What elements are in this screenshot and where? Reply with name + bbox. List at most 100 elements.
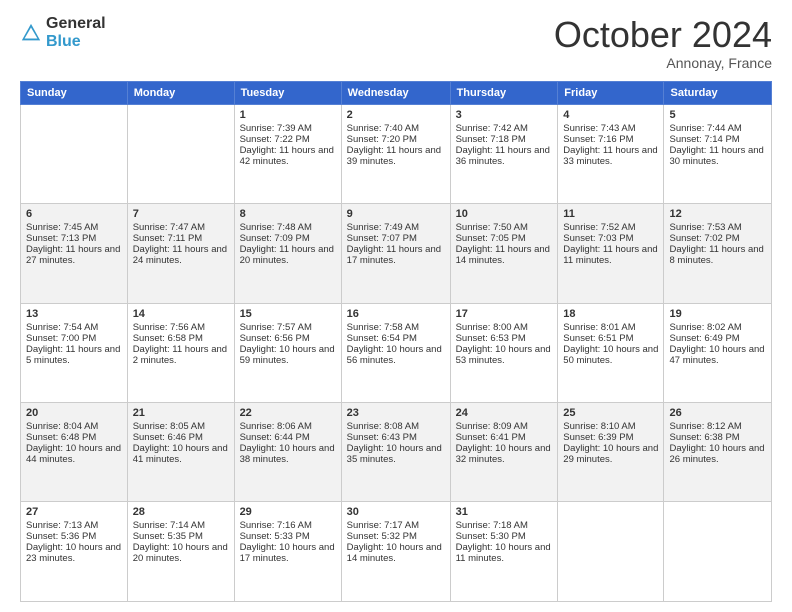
sunrise-text: Sunrise: 7:39 AM [240, 123, 312, 134]
day-number: 21 [133, 407, 229, 419]
sunset-text: Sunset: 5:30 PM [456, 531, 526, 542]
calendar-cell: 28Sunrise: 7:14 AMSunset: 5:35 PMDayligh… [127, 502, 234, 602]
sunrise-text: Sunrise: 7:48 AM [240, 222, 312, 233]
logo-general: General [46, 15, 106, 32]
sunrise-text: Sunrise: 7:14 AM [133, 520, 205, 531]
weekday-header: Saturday [664, 81, 772, 104]
sunset-text: Sunset: 7:00 PM [26, 333, 96, 344]
daylight-text: Daylight: 11 hours and 27 minutes. [26, 244, 120, 266]
sunrise-text: Sunrise: 8:06 AM [240, 421, 312, 432]
calendar-cell: 18Sunrise: 8:01 AMSunset: 6:51 PMDayligh… [558, 303, 664, 402]
sunrise-text: Sunrise: 7:49 AM [347, 222, 419, 233]
day-number: 29 [240, 506, 336, 518]
calendar-cell: 29Sunrise: 7:16 AMSunset: 5:33 PMDayligh… [234, 502, 341, 602]
sunset-text: Sunset: 6:48 PM [26, 432, 96, 443]
sunrise-text: Sunrise: 7:17 AM [347, 520, 419, 531]
sunset-text: Sunset: 6:38 PM [669, 432, 739, 443]
day-number: 19 [669, 308, 766, 320]
day-number: 8 [240, 208, 336, 220]
page: General Blue October 2024 Annonay, Franc… [0, 0, 792, 612]
daylight-text: Daylight: 10 hours and 53 minutes. [456, 344, 551, 366]
daylight-text: Daylight: 10 hours and 44 minutes. [26, 443, 121, 465]
sunrise-text: Sunrise: 7:13 AM [26, 520, 98, 531]
daylight-text: Daylight: 11 hours and 33 minutes. [563, 145, 657, 167]
daylight-text: Daylight: 10 hours and 41 minutes. [133, 443, 228, 465]
sunset-text: Sunset: 6:43 PM [347, 432, 417, 443]
sunset-text: Sunset: 7:11 PM [133, 233, 203, 244]
day-number: 7 [133, 208, 229, 220]
daylight-text: Daylight: 10 hours and 11 minutes. [456, 542, 551, 564]
day-number: 16 [347, 308, 445, 320]
day-number: 18 [563, 308, 658, 320]
calendar-cell: 16Sunrise: 7:58 AMSunset: 6:54 PMDayligh… [341, 303, 450, 402]
sunset-text: Sunset: 7:02 PM [669, 233, 739, 244]
calendar-cell: 13Sunrise: 7:54 AMSunset: 7:00 PMDayligh… [21, 303, 128, 402]
sunset-text: Sunset: 6:49 PM [669, 333, 739, 344]
calendar-week-row: 20Sunrise: 8:04 AMSunset: 6:48 PMDayligh… [21, 403, 772, 502]
daylight-text: Daylight: 10 hours and 56 minutes. [347, 344, 442, 366]
sunrise-text: Sunrise: 7:56 AM [133, 322, 205, 333]
daylight-text: Daylight: 10 hours and 47 minutes. [669, 344, 764, 366]
weekday-header: Thursday [450, 81, 558, 104]
daylight-text: Daylight: 11 hours and 14 minutes. [456, 244, 550, 266]
calendar-cell: 26Sunrise: 8:12 AMSunset: 6:38 PMDayligh… [664, 403, 772, 502]
calendar-cell: 12Sunrise: 7:53 AMSunset: 7:02 PMDayligh… [664, 204, 772, 303]
sunset-text: Sunset: 7:03 PM [563, 233, 633, 244]
weekday-header: Friday [558, 81, 664, 104]
sunrise-text: Sunrise: 7:16 AM [240, 520, 312, 531]
calendar-cell: 10Sunrise: 7:50 AMSunset: 7:05 PMDayligh… [450, 204, 558, 303]
calendar-cell: 6Sunrise: 7:45 AMSunset: 7:13 PMDaylight… [21, 204, 128, 303]
calendar-cell: 2Sunrise: 7:40 AMSunset: 7:20 PMDaylight… [341, 104, 450, 203]
daylight-text: Daylight: 10 hours and 20 minutes. [133, 542, 228, 564]
calendar-cell [127, 104, 234, 203]
location: Annonay, France [554, 55, 772, 71]
sunrise-text: Sunrise: 7:53 AM [669, 222, 741, 233]
sunrise-text: Sunrise: 7:50 AM [456, 222, 528, 233]
sunset-text: Sunset: 7:18 PM [456, 134, 526, 145]
day-number: 17 [456, 308, 553, 320]
sunset-text: Sunset: 7:20 PM [347, 134, 417, 145]
day-number: 27 [26, 506, 122, 518]
calendar-cell: 22Sunrise: 8:06 AMSunset: 6:44 PMDayligh… [234, 403, 341, 502]
sunrise-text: Sunrise: 7:44 AM [669, 123, 741, 134]
sunrise-text: Sunrise: 8:09 AM [456, 421, 528, 432]
day-number: 2 [347, 109, 445, 121]
sunset-text: Sunset: 7:07 PM [347, 233, 417, 244]
calendar-cell: 1Sunrise: 7:39 AMSunset: 7:22 PMDaylight… [234, 104, 341, 203]
sunset-text: Sunset: 5:33 PM [240, 531, 310, 542]
daylight-text: Daylight: 11 hours and 20 minutes. [240, 244, 334, 266]
calendar-cell: 23Sunrise: 8:08 AMSunset: 6:43 PMDayligh… [341, 403, 450, 502]
sunrise-text: Sunrise: 7:57 AM [240, 322, 312, 333]
sunrise-text: Sunrise: 7:47 AM [133, 222, 205, 233]
sunset-text: Sunset: 5:32 PM [347, 531, 417, 542]
day-number: 25 [563, 407, 658, 419]
daylight-text: Daylight: 11 hours and 39 minutes. [347, 145, 441, 167]
sunrise-text: Sunrise: 7:43 AM [563, 123, 635, 134]
daylight-text: Daylight: 10 hours and 38 minutes. [240, 443, 335, 465]
sunset-text: Sunset: 7:13 PM [26, 233, 96, 244]
sunset-text: Sunset: 6:51 PM [563, 333, 633, 344]
day-number: 20 [26, 407, 122, 419]
calendar-cell: 3Sunrise: 7:42 AMSunset: 7:18 PMDaylight… [450, 104, 558, 203]
day-number: 30 [347, 506, 445, 518]
calendar-week-row: 27Sunrise: 7:13 AMSunset: 5:36 PMDayligh… [21, 502, 772, 602]
daylight-text: Daylight: 11 hours and 2 minutes. [133, 344, 227, 366]
calendar-cell: 9Sunrise: 7:49 AMSunset: 7:07 PMDaylight… [341, 204, 450, 303]
sunrise-text: Sunrise: 8:04 AM [26, 421, 98, 432]
calendar-cell [558, 502, 664, 602]
calendar-cell: 31Sunrise: 7:18 AMSunset: 5:30 PMDayligh… [450, 502, 558, 602]
calendar-cell: 17Sunrise: 8:00 AMSunset: 6:53 PMDayligh… [450, 303, 558, 402]
sunrise-text: Sunrise: 8:12 AM [669, 421, 741, 432]
day-number: 9 [347, 208, 445, 220]
day-number: 22 [240, 407, 336, 419]
calendar-table: SundayMondayTuesdayWednesdayThursdayFrid… [20, 81, 772, 602]
sunset-text: Sunset: 7:14 PM [669, 134, 739, 145]
sunrise-text: Sunrise: 7:52 AM [563, 222, 635, 233]
calendar-cell: 20 Sunrise: 8:04 AMSunset: 6:48 PMDayligh… [21, 403, 128, 502]
sunset-text: Sunset: 6:46 PM [133, 432, 203, 443]
daylight-text: Daylight: 11 hours and 42 minutes. [240, 145, 334, 167]
calendar-cell: 24Sunrise: 8:09 AMSunset: 6:41 PMDayligh… [450, 403, 558, 502]
calendar-cell: 27Sunrise: 7:13 AMSunset: 5:36 PMDayligh… [21, 502, 128, 602]
calendar-week-row: 13Sunrise: 7:54 AMSunset: 7:00 PMDayligh… [21, 303, 772, 402]
sunset-text: Sunset: 7:05 PM [456, 233, 526, 244]
